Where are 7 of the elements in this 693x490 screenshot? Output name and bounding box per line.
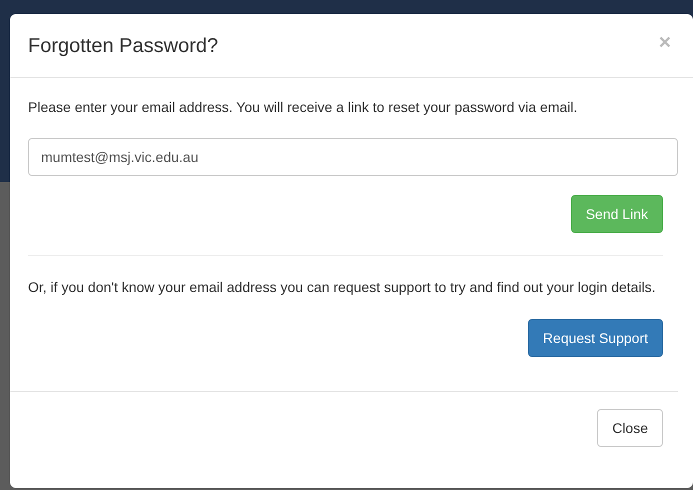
email-field[interactable]: mumtest@msj.vic.edu.au [28,138,678,176]
close-button[interactable]: Close [597,409,663,447]
request-support-button[interactable]: Request Support [528,319,663,357]
support-text: Or, if you don't know your email address you can request support to try and find out your login details. [28,278,657,297]
send-link-button[interactable]: Send Link [570,195,663,233]
dialog-title: Forgotten Password? [28,35,218,58]
instruction-text: Please enter your email address. You will receive a link to reset your password via email. [28,98,578,117]
